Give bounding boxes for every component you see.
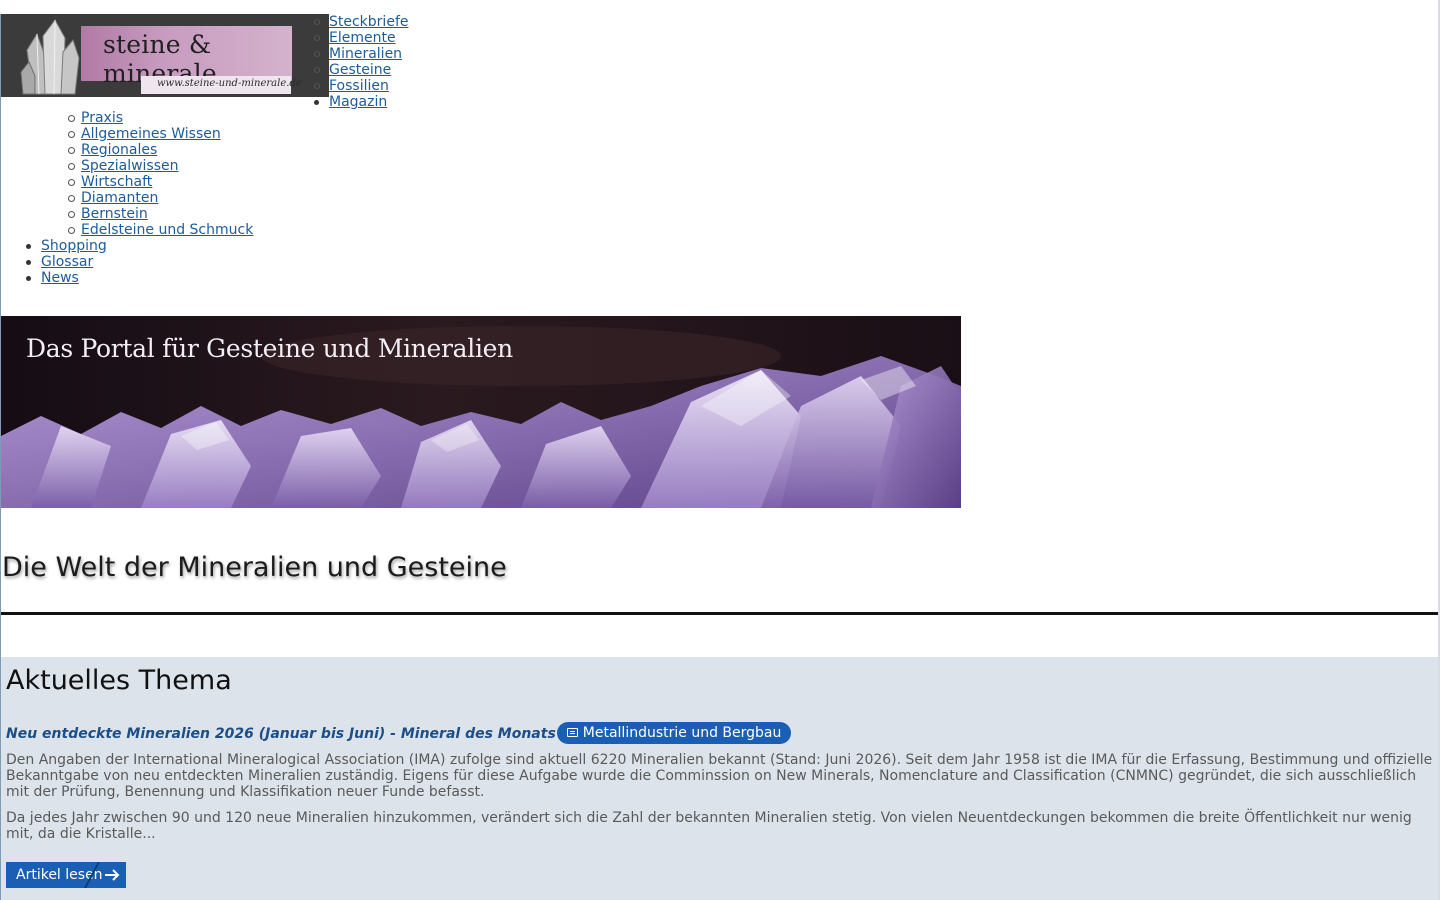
article-header: Neu entdeckte Mineralien 2026 (Januar bi… [6,722,792,744]
site-logo[interactable]: steine & minerale www.steine-und-mineral… [1,14,329,97]
menu-item-gesteine: Gesteine [313,62,408,78]
menu-item-elemente: Elemente [313,30,408,46]
main-navigation-menu: Shopping Glossar News [26,238,107,286]
crystal-cluster-icon [20,19,80,95]
submenu-item: Praxis [67,110,253,126]
submenu-link-regionales[interactable]: Regionales [81,142,157,158]
submenu-link-wirtschaft[interactable]: Wirtschaft [81,174,152,190]
submenu-item: Edelsteine und Schmuck [67,222,253,238]
submenu-link-edelsteine-und-schmuck[interactable]: Edelsteine und Schmuck [81,222,253,238]
current-topic-panel: Aktuelles Thema Neu entdeckte Mineralien… [1,657,1438,900]
category-badge[interactable]: Metallindustrie und Bergbau [556,722,792,744]
menu-link-steckbriefe[interactable]: Steckbriefe [329,14,408,30]
logo-url: www.steine-und-minerale.de [157,78,302,89]
menu-link-magazin[interactable]: Magazin [329,94,387,110]
submenu-item: Diamanten [67,190,253,206]
submenu-link-praxis[interactable]: Praxis [81,110,123,126]
read-article-button[interactable]: Artikel lesen [6,862,126,888]
magazin-submenu: Praxis Allgemeines Wissen Regionales Spe… [67,110,253,238]
submenu-link-allgemeines-wissen[interactable]: Allgemeines Wissen [81,126,221,142]
menu-link-fossilien[interactable]: Fossilien [329,78,389,94]
menu-link-elemente[interactable]: Elemente [329,30,396,46]
submenu-link-diamanten[interactable]: Diamanten [81,190,158,206]
submenu-item: Wirtschaft [67,174,253,190]
article-excerpt-paragraph-2: Da jedes Jahr zwischen 90 und 120 neue M… [6,810,1412,842]
menu-link-glossar[interactable]: Glossar [41,254,93,270]
submenu-item: Bernstein [67,206,253,222]
banner-tagline: Das Portal für Gesteine und Mineralien [26,334,513,363]
article-excerpt-paragraph-1: Den Angaben der International Mineralogi… [6,752,1433,800]
menu-item-news: News [26,270,107,286]
menu-item-magazin: Magazin [313,94,408,110]
menu-link-news[interactable]: News [41,270,79,286]
submenu-item: Allgemeines Wissen [67,126,253,142]
submenu-link-bernstein[interactable]: Bernstein [81,206,148,222]
submenu-item: Spezialwissen [67,158,253,174]
section-title: Aktuelles Thema [6,665,232,696]
hero-banner: Das Portal für Gesteine und Mineralien [1,316,961,508]
category-label: Metallindustrie und Bergbau [582,725,782,741]
menu-item-shopping: Shopping [26,238,107,254]
heading-divider [1,612,1438,615]
arrow-right-icon [105,869,120,881]
menu-item-mineralien: Mineralien [313,46,408,62]
article-title-link[interactable]: Neu entdeckte Mineralien 2026 (Januar bi… [6,726,556,742]
newspaper-icon [566,728,578,737]
menu-item-fossilien: Fossilien [313,78,408,94]
top-navigation-menu: Steckbriefe Elemente Mineralien Gesteine… [313,14,408,110]
submenu-item: Regionales [67,142,253,158]
menu-item-glossar: Glossar [26,254,107,270]
page-title: Die Welt der Mineralien und Gesteine [2,552,507,583]
submenu-link-spezialwissen[interactable]: Spezialwissen [81,158,179,174]
menu-item-steckbriefe: Steckbriefe [313,14,408,30]
menu-link-mineralien[interactable]: Mineralien [329,46,402,62]
menu-link-shopping[interactable]: Shopping [41,238,107,254]
menu-link-gesteine[interactable]: Gesteine [329,62,391,78]
